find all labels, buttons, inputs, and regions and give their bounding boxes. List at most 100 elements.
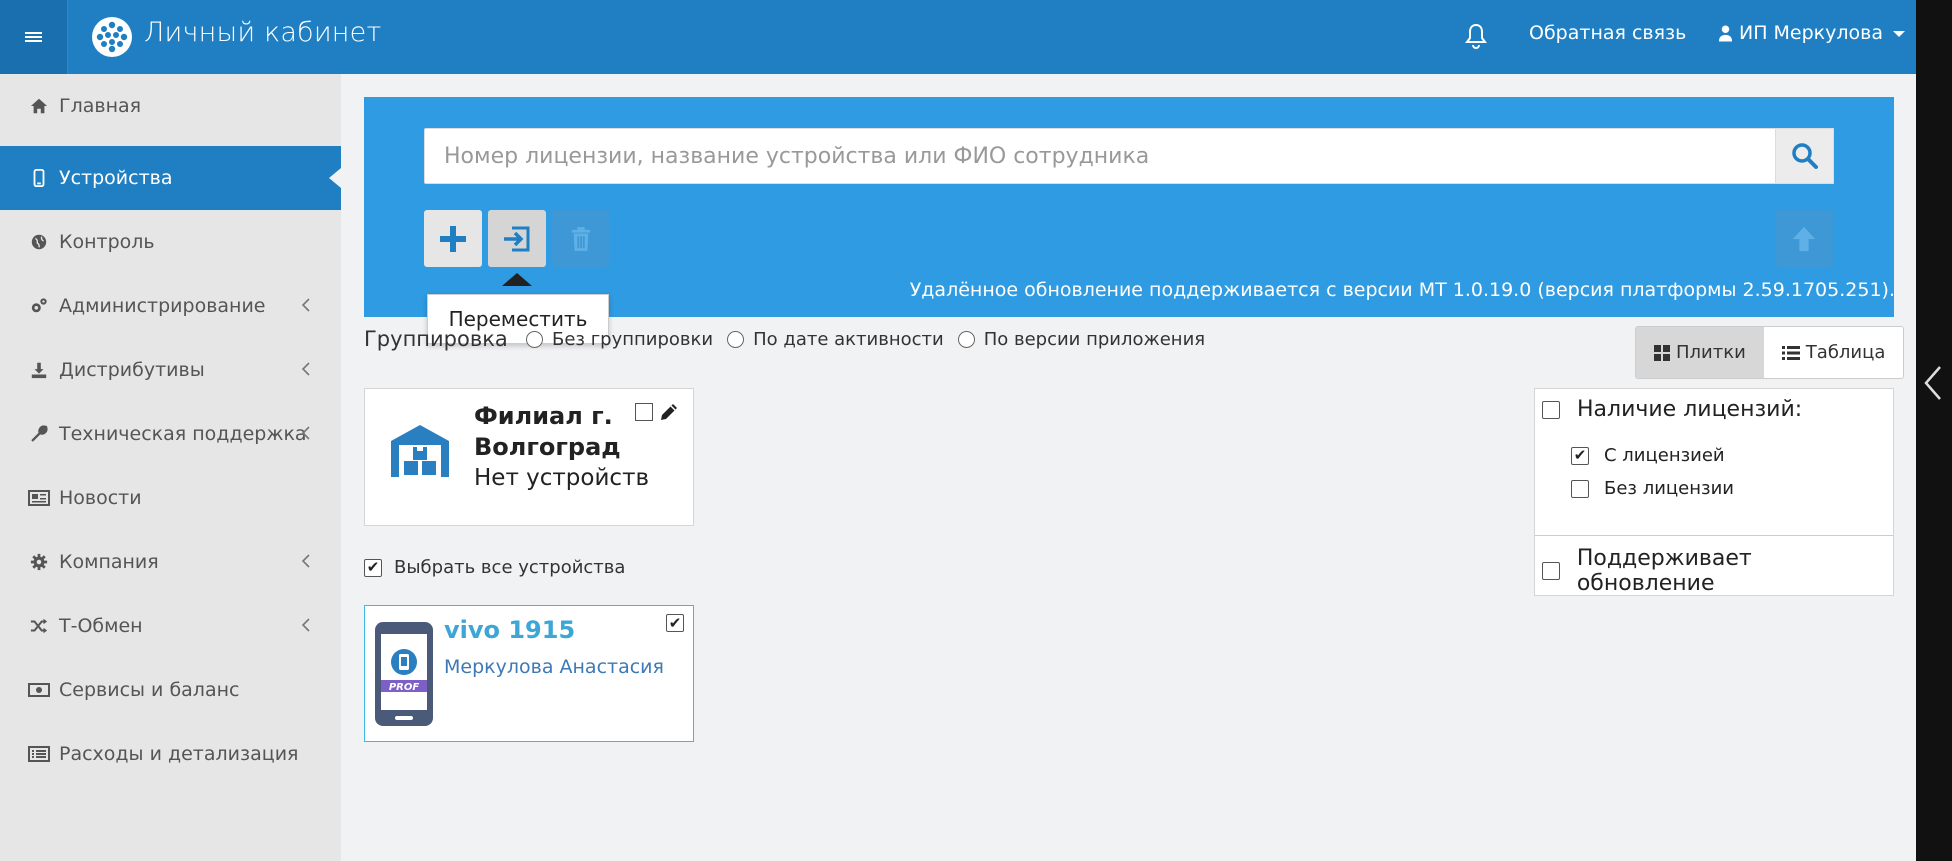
update-note: Удалённое обновление поддерживается с ве… (909, 279, 1895, 301)
home-icon (28, 95, 50, 117)
update-support-filter[interactable]: Поддерживает обновление (1542, 546, 1893, 596)
license-filter-header[interactable]: Наличие лицензий: (1542, 397, 1802, 422)
radio-label: По версии приложения (983, 329, 1206, 350)
sidebar-item-expenses[interactable]: Расходы и детализация (0, 722, 341, 786)
app-logo (92, 17, 132, 57)
sidebar-item-devices[interactable]: Устройства (0, 146, 341, 210)
warehouse-icon (391, 425, 449, 477)
wrench-icon (28, 423, 50, 445)
license-filter-title: Наличие лицензий: (1577, 397, 1803, 422)
caret-down-icon (1893, 31, 1906, 37)
radio-button[interactable] (957, 331, 975, 348)
tiles-label: Плитки (1676, 342, 1746, 363)
list-icon (1781, 345, 1800, 360)
group-status: Нет устройств (474, 465, 650, 491)
group-checkbox[interactable] (635, 403, 653, 421)
sidebar-item-label: Сервисы и баланс (59, 679, 240, 701)
device-checkbox[interactable]: ✔ (666, 614, 684, 632)
user-menu[interactable]: ИП Меркулова (1718, 22, 1906, 44)
checkbox-unchecked[interactable] (1542, 400, 1560, 419)
radio-label: Без группировки (552, 329, 714, 350)
user-icon (1718, 25, 1733, 42)
update-support-label: Поддерживает обновление (1576, 546, 1752, 596)
plus-icon (440, 225, 466, 252)
delete-button[interactable] (552, 210, 610, 267)
move-button[interactable] (488, 210, 546, 267)
group-card[interactable]: Филиал г. Волгоград Нет устройств (364, 388, 694, 526)
device-employee[interactable]: Меркулова Анастасия (444, 656, 664, 678)
grouping-options: Без группировки По дате активности По ве… (526, 329, 1219, 350)
money-icon (28, 679, 50, 701)
search-box (424, 128, 1834, 184)
globe-icon (28, 231, 50, 253)
th-large-icon (1654, 344, 1670, 361)
shuffle-icon (28, 615, 50, 637)
arrow-up-icon (1792, 226, 1816, 251)
device-card[interactable]: PROF vivo 1915 Меркулова Анастасия ✔ (364, 605, 694, 742)
newspaper-icon (28, 487, 50, 509)
chevron-left-icon (301, 618, 310, 632)
chevron-left-icon (301, 554, 310, 568)
grouping-label: Группировка (364, 327, 508, 351)
sidebar-item-support[interactable]: Техническая поддержка (0, 402, 341, 466)
without-license-label: Без лицензии (1604, 478, 1734, 499)
select-all-label: Выбрать все устройства (394, 557, 626, 578)
sidebar-item-company[interactable]: Компания (0, 530, 341, 594)
view-toggle: Плитки Таблица (1635, 326, 1905, 379)
filter-panel: Наличие лицензий: ✔ С лицензией Без лице… (1534, 388, 1894, 596)
remote-update-button[interactable] (1775, 210, 1833, 267)
grouping-option-app-version[interactable]: По версии приложения (957, 329, 1206, 350)
checkbox-checked[interactable]: ✔ (1571, 446, 1589, 465)
grouping-option-none[interactable]: Без группировки (526, 329, 713, 350)
add-button[interactable] (424, 210, 482, 267)
sidebar-item-services-balance[interactable]: Сервисы и баланс (0, 658, 341, 722)
feedback-link[interactable]: Обратная связь (1529, 22, 1686, 44)
sidebar-item-administration[interactable]: Администрирование (0, 274, 341, 338)
checkbox-unchecked[interactable] (1542, 562, 1560, 580)
notifications-bell-icon[interactable] (1464, 22, 1488, 50)
move-icon (504, 226, 530, 251)
sidebar-item-label: Дистрибутивы (59, 359, 205, 381)
search-button[interactable] (1775, 128, 1834, 184)
table-view-button[interactable]: Таблица (1763, 327, 1904, 378)
radio-button[interactable] (727, 331, 745, 348)
search-icon (1791, 143, 1818, 169)
gears-icon (28, 295, 50, 317)
table-label: Таблица (1805, 342, 1886, 363)
with-license-label: С лицензией (1604, 445, 1725, 466)
sidebar-item-distributions[interactable]: Дистрибутивы (0, 338, 341, 402)
checkbox-unchecked[interactable] (1571, 479, 1589, 498)
sidebar-item-news[interactable]: Новости (0, 466, 341, 530)
radio-button[interactable] (526, 331, 543, 348)
sidebar-item-control[interactable]: Контроль (0, 210, 341, 274)
tiles-view-button[interactable]: Плитки (1636, 327, 1764, 378)
sidebar-item-t-exchange[interactable]: Т-Обмен (0, 594, 341, 658)
chevron-left-icon (301, 298, 310, 312)
menu-toggle-button[interactable] (0, 0, 68, 74)
trash-icon (571, 226, 591, 251)
mobile-icon (28, 167, 50, 189)
sidebar-item-label: Администрирование (59, 295, 266, 317)
filter-without-license[interactable]: Без лицензии (1571, 478, 1734, 499)
sidebar-item-home[interactable]: Главная (0, 74, 341, 138)
filter-with-license[interactable]: ✔ С лицензией (1571, 445, 1725, 466)
checkbox-checked[interactable]: ✔ (364, 558, 382, 577)
select-all-checkbox[interactable]: ✔ Выбрать все устройства (364, 557, 625, 578)
device-name[interactable]: vivo 1915 (444, 616, 575, 644)
app-title: Личный кабинет (144, 17, 382, 48)
tooltip-arrow (502, 273, 532, 286)
grouping-option-activity-date[interactable]: По дате активности (727, 329, 944, 350)
chevron-left-icon[interactable] (1922, 365, 1946, 401)
sidebar-item-label: Контроль (59, 231, 155, 253)
sidebar-item-label: Т-Обмен (59, 615, 143, 637)
user-name: ИП Меркулова (1739, 22, 1884, 44)
filter-divider (1535, 535, 1893, 536)
search-input[interactable] (425, 129, 1777, 183)
sidebar: Главная Устройства Контроль Администриро… (0, 74, 341, 861)
chevron-left-icon (301, 362, 310, 376)
sidebar-item-label: Компания (59, 551, 159, 573)
radio-label: По дате активности (753, 329, 944, 350)
checkbox-checked[interactable]: ✔ (666, 614, 684, 632)
pencil-icon[interactable] (658, 401, 680, 423)
svg-text:PROF: PROF (389, 682, 420, 693)
